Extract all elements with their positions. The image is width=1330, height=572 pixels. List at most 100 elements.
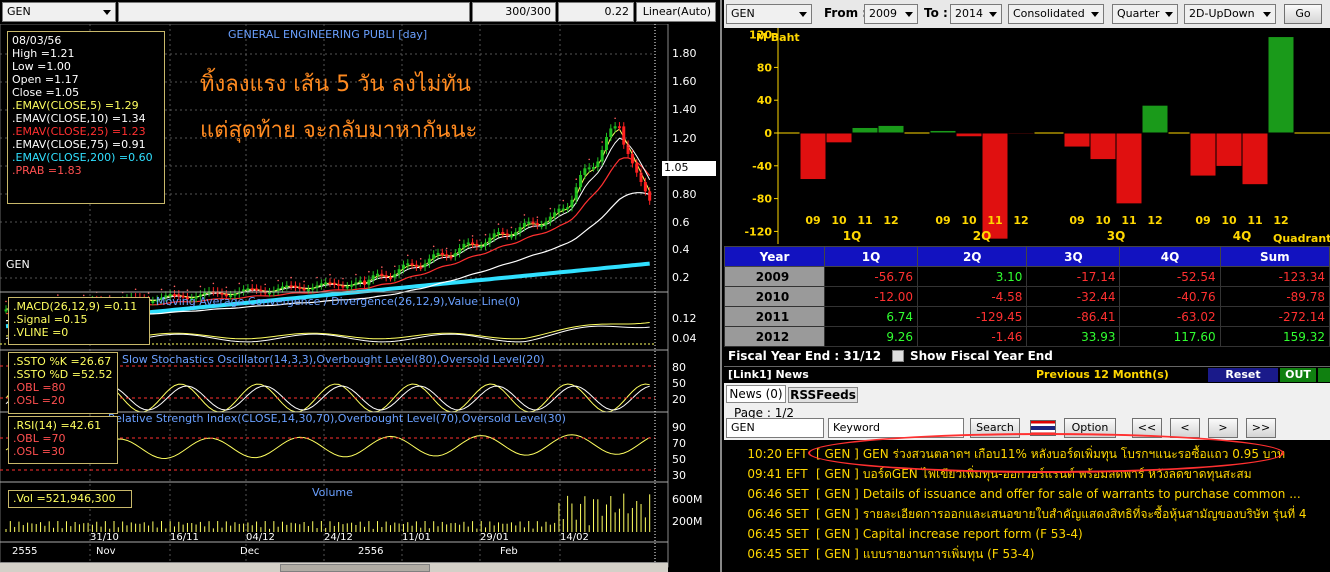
candle-body	[540, 225, 544, 228]
last-page-button[interactable]: >>	[1246, 418, 1276, 438]
news-headline[interactable]: Details of issuance and offer for sale o…	[863, 487, 1301, 501]
consolidation-select[interactable]: Consolidated	[1008, 4, 1104, 24]
show-fiscal-checkbox[interactable]	[892, 350, 904, 362]
candle-body	[414, 264, 418, 267]
toolbar-blank	[118, 2, 470, 22]
fiscal-year-end: Fiscal Year End : 31/12	[728, 349, 882, 363]
candle-body	[337, 283, 341, 286]
candle-body	[419, 266, 423, 269]
prab-dot	[329, 273, 331, 276]
app-window: GEN 300/300 0.22 Linear(Auto) GENERAL EN…	[0, 0, 1330, 572]
go-button[interactable]: Go	[1284, 4, 1322, 24]
news-headline[interactable]: Capital increase report form (F 53-4)	[863, 527, 1083, 541]
prab-dot	[484, 233, 487, 236]
prev-page-button[interactable]: <	[1170, 418, 1200, 438]
candle-body	[276, 288, 280, 291]
quarterly-table: Year 1Q 2Q 3Q 4Q Sum 2009 -56.76 3.10 -17.1…	[724, 246, 1330, 347]
fin-symbol-select[interactable]: GEN	[726, 4, 812, 24]
x-year-label: 12	[1273, 214, 1288, 227]
symbol-select[interactable]: GEN	[2, 2, 116, 22]
rsi-osl: .OSL =30	[13, 445, 65, 458]
candle-body	[449, 256, 453, 259]
news-item[interactable]: 06:46 SET [ GEN ] Details of issuance and o…	[726, 484, 1301, 504]
reset-button[interactable]: Reset	[1208, 368, 1278, 382]
tab-news[interactable]: News (0)	[726, 385, 786, 403]
news-item[interactable]: 06:45 SET [ GEN ] Capital increase report f…	[726, 524, 1083, 544]
info-emav10: .EMAV(CLOSE,10) =1.34	[12, 112, 146, 125]
candle-body	[531, 221, 535, 224]
bar	[1215, 132, 1243, 167]
candle-body	[557, 208, 561, 213]
next-page-button[interactable]: >	[1208, 418, 1238, 438]
news-symbol: [ GEN ]	[816, 487, 859, 501]
from-year-select[interactable]: 2009	[864, 4, 918, 24]
candle-body	[341, 285, 345, 288]
bar	[877, 124, 905, 134]
view-select[interactable]: 2D-UpDown	[1184, 4, 1276, 24]
prab-dot	[277, 279, 279, 282]
prab-dot	[160, 288, 163, 291]
x-month: Dec	[240, 546, 260, 557]
y-label: 0.12	[672, 312, 697, 325]
x-year-label: 12	[883, 214, 898, 227]
candle-body	[363, 280, 367, 285]
rsi-obl: .OBL =70	[13, 432, 66, 445]
candle-body	[604, 136, 608, 150]
col-header: 4Q	[1119, 246, 1221, 267]
candle-body	[609, 128, 613, 137]
scale-select[interactable]: Linear(Auto)	[636, 2, 716, 22]
rsi-value: .RSI(14) =42.61	[13, 419, 102, 432]
candle-body	[423, 263, 427, 267]
financial-panel: GEN From : 2009 To : 2014 Consolidated Q…	[724, 0, 1330, 572]
prab-dot	[614, 117, 616, 120]
candle-body	[596, 161, 600, 167]
year-cell: 2009	[724, 266, 825, 287]
prab-dot	[575, 178, 578, 181]
annotation-line-1: ทิ้งลงแรง เส้น 5 วัน ลงไม่ทัน	[200, 72, 471, 97]
candle-body	[643, 182, 647, 192]
candle-body	[527, 221, 531, 224]
y-tick-label: -80	[752, 193, 772, 206]
prab-dot	[264, 283, 267, 286]
horizontal-scrollbar[interactable]	[0, 562, 668, 572]
news-symbol: [ GEN ]	[816, 527, 859, 541]
x-year-label: 12	[1147, 214, 1162, 227]
candle-body	[587, 167, 591, 170]
news-item[interactable]: 06:46 SET [ GEN ] รายละเอียดการออกและเสนอขา…	[726, 504, 1307, 524]
value-cell: -12.00	[823, 286, 919, 307]
y-tick-label: 40	[757, 94, 773, 107]
info-emav200: .EMAV(CLOSE,200) =0.60	[12, 151, 153, 164]
value-cell: -17.14	[1026, 266, 1121, 287]
stoch-obl: .OBL =80	[13, 381, 66, 394]
out-button[interactable]: OUT	[1280, 368, 1316, 382]
period-select[interactable]: Quarter	[1112, 4, 1178, 24]
candle-body	[453, 253, 457, 257]
to-year-select[interactable]: 2014	[950, 4, 1002, 24]
candle-body	[592, 166, 596, 169]
info-open: Open =1.17	[12, 73, 79, 86]
prab-dot	[458, 239, 461, 241]
prab-dot	[342, 277, 344, 280]
candle-body	[471, 242, 475, 245]
candle-body	[306, 289, 310, 292]
x-axis-dates: 31/10 16/11 04/12 24/12 11/01 29/01 14/0…	[0, 532, 668, 546]
news-headline[interactable]: แบบรายงานการเพิ่มทุน (F 53-4)	[863, 547, 1035, 561]
candle-body	[328, 282, 332, 285]
prab-dot	[601, 141, 603, 143]
y-label: 50	[672, 377, 686, 390]
candle-body	[505, 233, 509, 236]
x-year-label: 10	[961, 214, 977, 227]
y-label: 30	[672, 469, 686, 482]
scrollbar-thumb[interactable]	[280, 564, 430, 572]
news-headline[interactable]: รายละเอียดการออกและเสนอขายใบสำคัญแสดงสิท…	[863, 507, 1307, 521]
candle-body	[427, 258, 431, 264]
candle-body	[600, 149, 604, 162]
tab-rssfeeds[interactable]: RSSFeeds	[788, 387, 858, 403]
x-year: 2556	[358, 546, 384, 557]
news-time: 10:20	[747, 447, 782, 461]
news-item[interactable]: 06:45 SET [ GEN ] แบบรายงานการเพิ่มทุน (F 5…	[726, 544, 1034, 564]
news-symbol-input[interactable]: GEN	[726, 418, 824, 438]
news-market: SET	[786, 527, 809, 541]
value-cell: 33.93	[1026, 326, 1121, 347]
out-arrow[interactable]	[1318, 368, 1330, 382]
